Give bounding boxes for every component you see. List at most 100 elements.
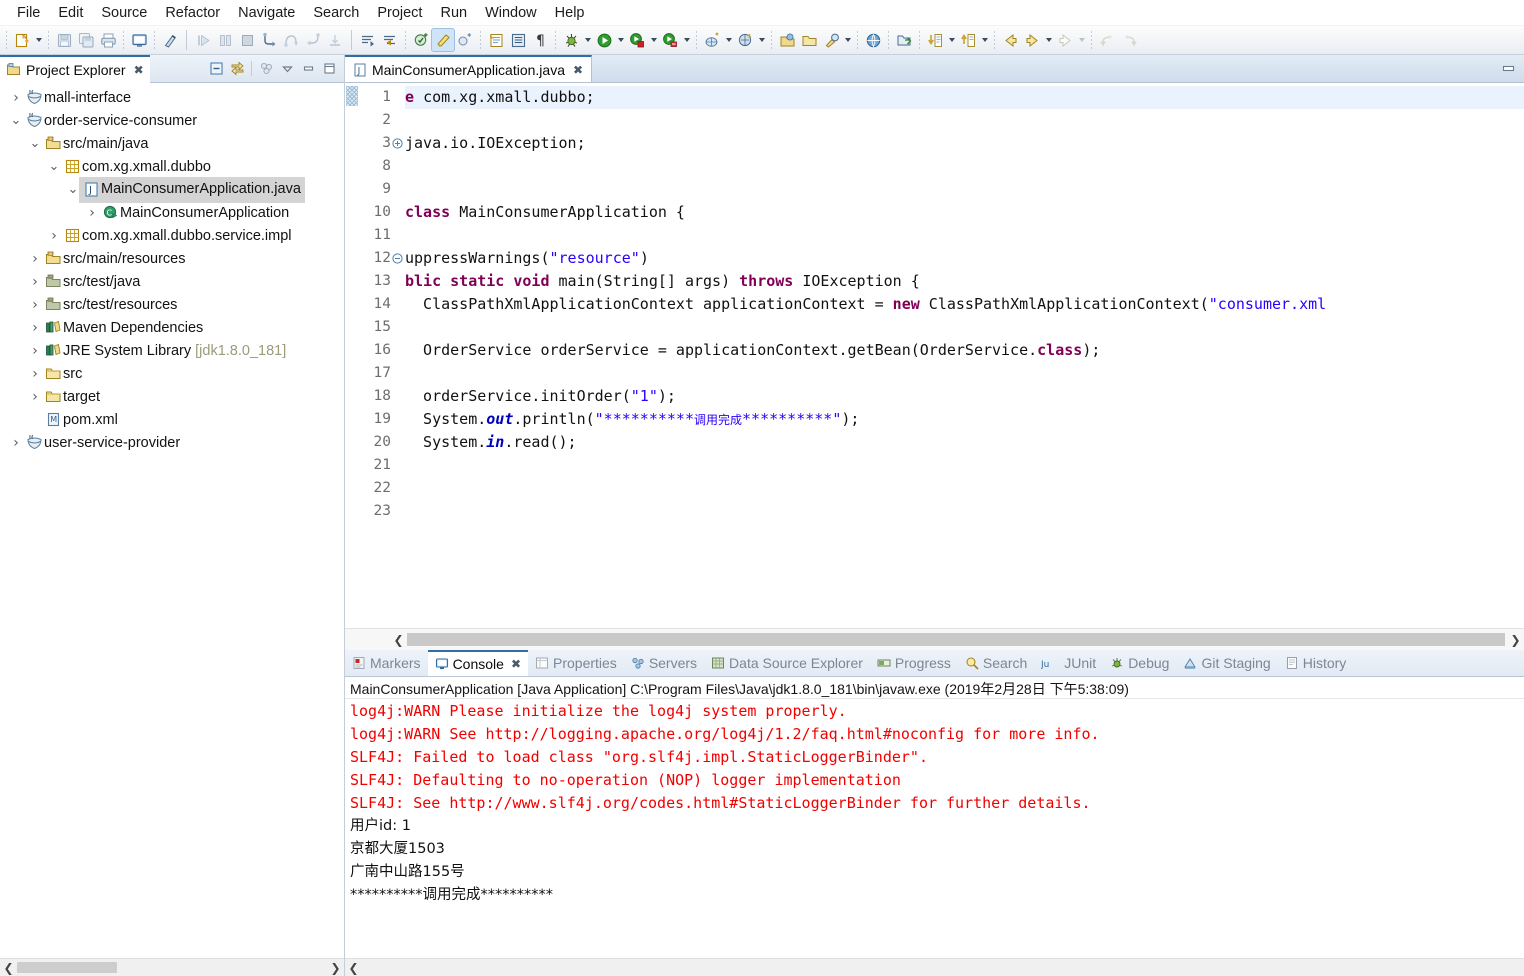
tab-project-explorer[interactable]: Project Explorer ✖: [0, 54, 150, 83]
search-dropdown[interactable]: [756, 29, 767, 51]
scroll-track[interactable]: [17, 959, 327, 976]
tab-git-staging[interactable]: Git Staging: [1176, 650, 1277, 676]
minimize-icon[interactable]: [1498, 59, 1518, 79]
last-edit-location-icon[interactable]: [924, 29, 946, 51]
forward-icon[interactable]: [1021, 29, 1043, 51]
chevron-down-icon[interactable]: ⌄: [27, 132, 43, 155]
save-all-icon[interactable]: [75, 29, 97, 51]
tree-item-com-xg-xmall-dubbo-service-impl[interactable]: › com.xg.xmall.dubbo.service.impl: [0, 224, 344, 247]
link-with-editor-icon[interactable]: [227, 59, 247, 79]
run-icon[interactable]: [593, 29, 615, 51]
open-perspective-icon[interactable]: [776, 29, 798, 51]
code-line[interactable]: java.io.IOException;: [405, 132, 1524, 155]
import-icon[interactable]: [893, 29, 915, 51]
scroll-thumb[interactable]: [17, 962, 117, 973]
tree-item-com-xg-xmall-dubbo[interactable]: ⌄ com.xg.xmall.dubbo: [0, 155, 344, 178]
view-menu-icon[interactable]: [277, 59, 297, 79]
menu-item-file[interactable]: File: [8, 3, 49, 23]
editor-body[interactable]: 1 2 3 8 9 10 11 12 13 14 15 16 17 18 19 20 21 22 23 e com.…: [345, 83, 1524, 628]
tab-progress[interactable]: Progress: [870, 650, 958, 676]
chevron-right-icon[interactable]: ›: [27, 270, 43, 293]
tab-junit[interactable]: Ju JUnit: [1034, 650, 1103, 676]
code-line[interactable]: [405, 109, 1524, 132]
tab-mainconsumerapplication[interactable]: J MainConsumerApplication.java ✖: [345, 55, 593, 82]
drop-to-frame-icon[interactable]: [324, 29, 346, 51]
debug-icon[interactable]: [560, 29, 582, 51]
tab-properties[interactable]: Properties: [528, 650, 624, 676]
fold-expand-icon[interactable]: [392, 138, 403, 149]
tab-data-source-explorer[interactable]: Data Source Explorer: [704, 650, 870, 676]
new-wizard-icon[interactable]: [11, 29, 33, 51]
search-icon[interactable]: [734, 29, 756, 51]
menu-item-help[interactable]: Help: [546, 3, 594, 23]
tree-item-user-service-provider[interactable]: › Muser-service-provider: [0, 431, 344, 454]
save-icon[interactable]: [53, 29, 75, 51]
code-line[interactable]: class MainConsumerApplication {: [405, 201, 1524, 224]
coverage-dropdown[interactable]: [681, 29, 692, 51]
close-icon[interactable]: ✖: [573, 64, 583, 76]
resume-icon[interactable]: [192, 29, 214, 51]
suspend-icon[interactable]: [214, 29, 236, 51]
back-edit-dropdown[interactable]: [979, 29, 990, 51]
next-nav-dropdown[interactable]: [1076, 29, 1087, 51]
editor-hscrollbar[interactable]: ❮ ❯: [345, 628, 1524, 650]
close-icon[interactable]: ✖: [134, 64, 144, 76]
code-line[interactable]: [405, 224, 1524, 247]
chevron-down-icon[interactable]: ⌄: [46, 155, 62, 178]
scroll-left-icon[interactable]: ❮: [0, 959, 17, 976]
project-tree[interactable]: › Mmall-interface ⌄ Morder-service-consumer…: [0, 83, 344, 958]
new-java-project-icon[interactable]: [410, 29, 432, 51]
chevron-right-icon[interactable]: ›: [27, 316, 43, 339]
new-server-dropdown[interactable]: [723, 29, 734, 51]
back-icon[interactable]: [999, 29, 1021, 51]
menu-item-project[interactable]: Project: [368, 3, 431, 23]
next-nav-icon[interactable]: [1054, 29, 1076, 51]
terminate-icon[interactable]: [236, 29, 258, 51]
tree-item-src[interactable]: › src: [0, 362, 344, 385]
code-line[interactable]: e com.xg.xmall.dubbo;: [405, 86, 1524, 109]
tree-item-src-main-java[interactable]: ⌄ src/main/java: [0, 132, 344, 155]
close-icon[interactable]: ✖: [511, 658, 521, 670]
external-tools-icon[interactable]: [820, 29, 842, 51]
chevron-left-icon[interactable]: ❮: [390, 631, 407, 648]
code-line[interactable]: ClassPathXmlApplicationContext applicati…: [405, 293, 1524, 316]
external-tools-dropdown[interactable]: [842, 29, 853, 51]
code-line[interactable]: System.in.read();: [405, 431, 1524, 454]
tab-search[interactable]: Search: [958, 650, 1034, 676]
tree-item-mainconsumerapplication-java[interactable]: ⌄ J MainConsumerApplication.java: [0, 176, 344, 203]
previous-annotation-icon[interactable]: [379, 29, 401, 51]
menu-item-refactor[interactable]: Refactor: [156, 3, 229, 23]
minimize-icon[interactable]: [298, 59, 318, 79]
chevron-right-icon[interactable]: ›: [27, 293, 43, 316]
tab-markers[interactable]: Markers: [345, 650, 428, 676]
run-dropdown[interactable]: [615, 29, 626, 51]
remove-all-annotations-icon[interactable]: [159, 29, 181, 51]
fold-collapse-icon[interactable]: [392, 253, 403, 264]
tree-item-order-service-consumer[interactable]: ⌄ Morder-service-consumer: [0, 109, 344, 132]
code-line[interactable]: System.out.println("**********调用完成******…: [405, 408, 1524, 431]
code-line[interactable]: [405, 155, 1524, 178]
filters-icon[interactable]: [256, 59, 276, 79]
tree-item-src-main-resources[interactable]: › src/main/resources: [0, 247, 344, 270]
scroll-right-icon[interactable]: ❯: [327, 959, 344, 976]
tree-item-pom-xml[interactable]: Mpom.xml: [0, 408, 344, 431]
chevron-right-icon[interactable]: ›: [8, 86, 24, 109]
code-line[interactable]: uppressWarnings("resource"): [405, 247, 1524, 270]
annotation-marker[interactable]: [346, 86, 358, 106]
chevron-right-icon[interactable]: ›: [8, 431, 24, 454]
debug-dropdown[interactable]: [582, 29, 593, 51]
tree-item-mall-interface[interactable]: › Mmall-interface: [0, 86, 344, 109]
chevron-right-icon[interactable]: ›: [27, 385, 43, 408]
chevron-right-icon[interactable]: ❯: [1507, 631, 1524, 648]
step-over-icon[interactable]: [280, 29, 302, 51]
maximize-icon[interactable]: [319, 59, 339, 79]
new-wizard-dropdown[interactable]: [33, 29, 44, 51]
tree-item-target[interactable]: › target: [0, 385, 344, 408]
open-type-icon[interactable]: [507, 29, 529, 51]
web-browser-icon[interactable]: [862, 29, 884, 51]
chevron-right-icon[interactable]: ›: [84, 201, 100, 224]
code-line[interactable]: [405, 362, 1524, 385]
chevron-right-icon[interactable]: ›: [27, 339, 43, 362]
menu-item-edit[interactable]: Edit: [49, 3, 92, 23]
menu-item-source[interactable]: Source: [92, 3, 156, 23]
